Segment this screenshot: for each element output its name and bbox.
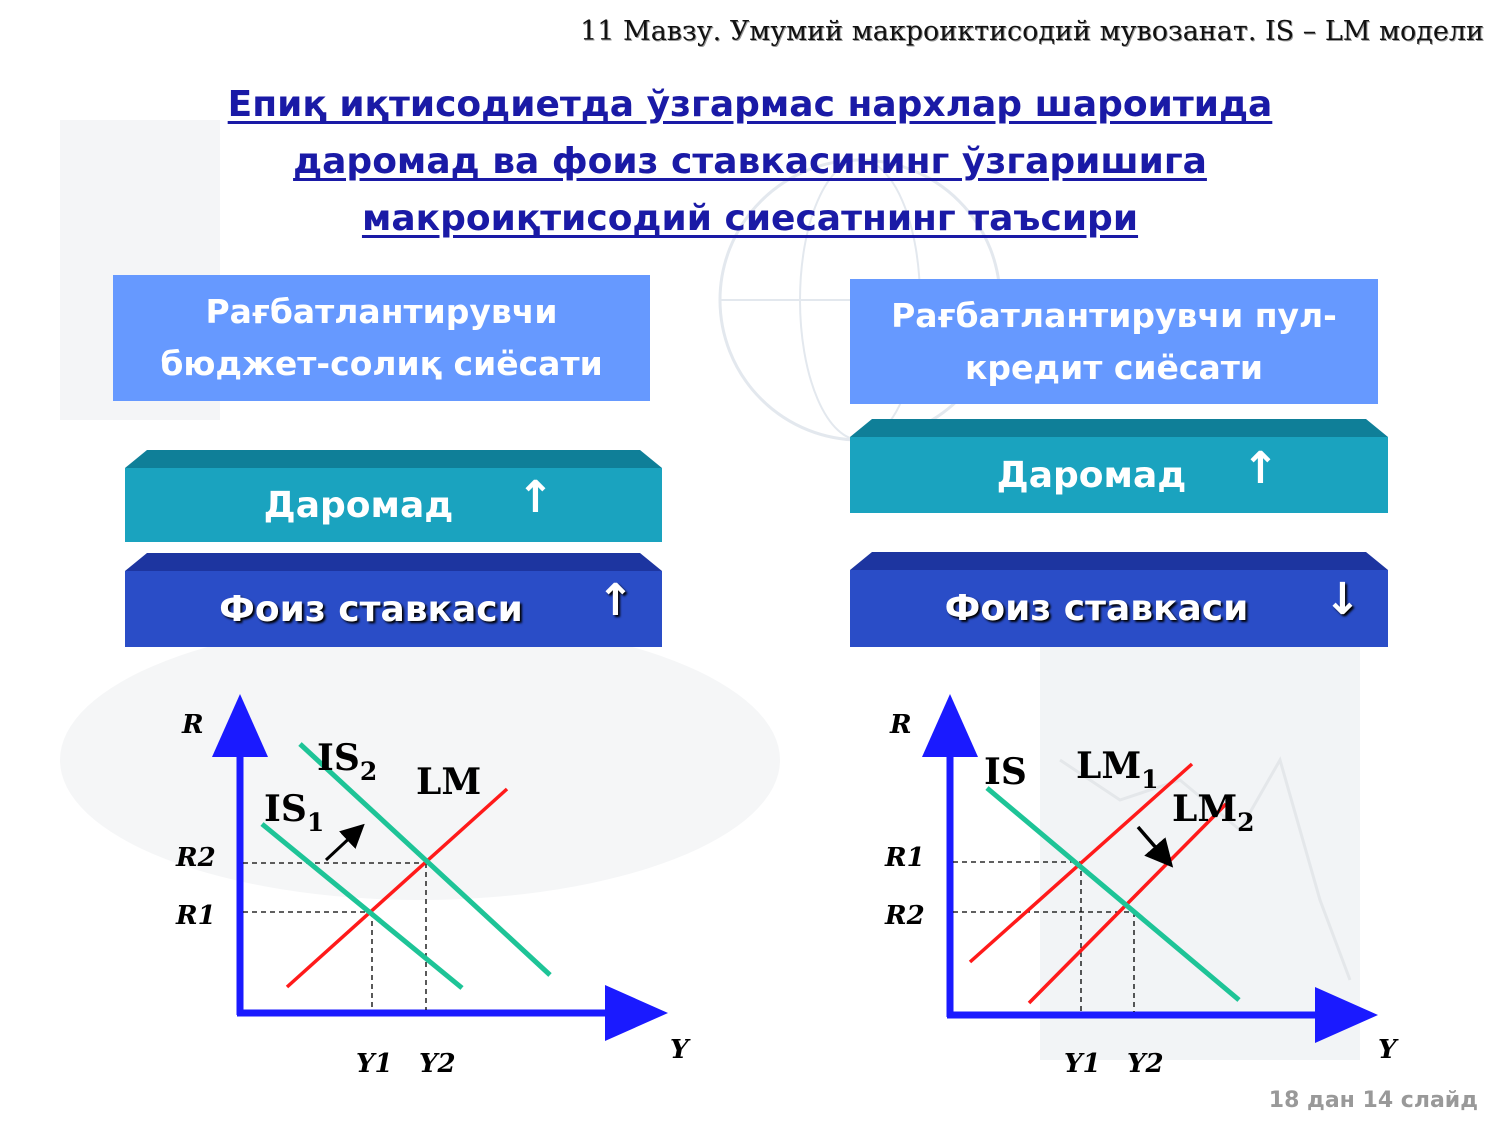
right-rate-label: Фоиз ставкаси (944, 588, 1249, 629)
slide-counter: 18 дан 14 слайд (1268, 1088, 1478, 1113)
left-income-label: Даромад (263, 484, 454, 526)
left-rate-up-arrow-icon: ↑ (597, 575, 634, 626)
fiscal-policy-line-2: бюджет-солиқ сиёсати (160, 344, 603, 383)
right-income-slab: Даромад ↑ (850, 437, 1388, 513)
left-income-slab: Даромад ↑ (125, 468, 662, 542)
right-rate-slab: Фоиз ставкаси ↓ (850, 570, 1388, 647)
title-line-2: даромад ва фоиз ставкасининг ўзгаришига (293, 141, 1207, 182)
slide-header: 11 Мавзу. Умумий макроиктисодий мувозана… (580, 16, 1484, 47)
right-income-label: Даромад (996, 454, 1187, 496)
right-rate-down-arrow-icon: ↓ (1324, 574, 1361, 625)
right-income-up-arrow-icon: ↑ (1242, 443, 1279, 494)
monetary-policy-line-1: Рағбатлантирувчи пул- (891, 295, 1337, 335)
left-rate-label: Фоиз ставкаси (219, 588, 523, 630)
left-rate-slab: Фоиз ставкаси ↑ (125, 571, 662, 647)
slide-title: Епиқ иқтисодиетда ўзгармас нархлар шарои… (0, 82, 1500, 253)
title-line-1: Епиқ иқтисодиетда ўзгармас нархлар шарои… (227, 84, 1273, 125)
fiscal-policy-line-1: Рағбатлантирувчи (205, 292, 558, 331)
monetary-policy-box: Рағбатлантирувчи пул- кредит сиёсати (850, 279, 1378, 404)
monetary-policy-line-2: кредит сиёсати (965, 347, 1263, 387)
left-income-up-arrow-icon: ↑ (517, 472, 554, 523)
fiscal-policy-box: Рағбатлантирувчи бюджет-солиқ сиёсати (113, 275, 650, 401)
title-line-3: макроиқтисодий сиесатнинг таъсири (361, 198, 1139, 239)
